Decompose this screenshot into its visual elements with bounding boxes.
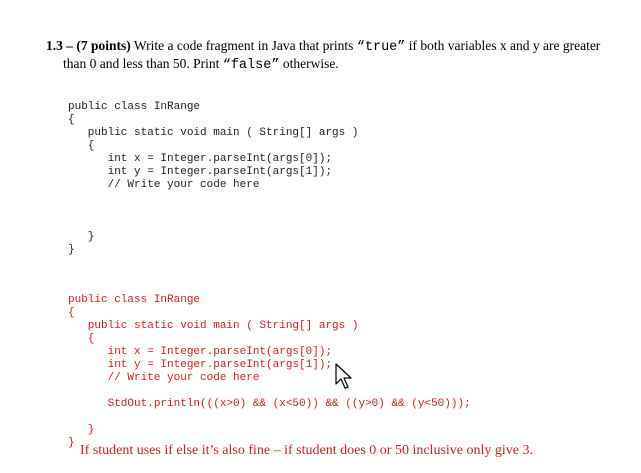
code-line: public class InRange bbox=[68, 101, 201, 113]
true-literal: “true” bbox=[356, 40, 406, 55]
question-text-2a: than 0 and less than 50. Print bbox=[63, 56, 223, 71]
code-line: { bbox=[68, 333, 95, 345]
code-line: public class InRange bbox=[68, 294, 201, 306]
answer-code-block: public class InRange{ public static void… bbox=[68, 281, 471, 463]
false-literal: “false” bbox=[222, 58, 280, 73]
code-line: // Write your code here bbox=[68, 372, 260, 384]
code-line: { bbox=[68, 307, 75, 319]
code-line: int x = Integer.parseInt(args[0]); bbox=[68, 153, 333, 165]
code-line: int y = Integer.parseInt(args[1]); bbox=[68, 359, 333, 371]
code-line: } bbox=[68, 231, 95, 243]
template-code-block: public class InRange{ public static void… bbox=[68, 88, 358, 270]
question-text-1b: if both variables x and y are greater bbox=[405, 38, 601, 53]
code-line: public static void main ( String[] args … bbox=[68, 127, 359, 139]
question-text-1a: Write a code fragment in Java that print… bbox=[130, 38, 357, 53]
code-line: { bbox=[68, 114, 75, 126]
code-line: { bbox=[68, 140, 95, 152]
question-text-2b: otherwise. bbox=[279, 56, 339, 71]
mouse-pointer-icon bbox=[335, 363, 352, 389]
code-line: int x = Integer.parseInt(args[0]); bbox=[68, 346, 333, 358]
code-line: public static void main ( String[] args … bbox=[68, 320, 359, 332]
question-number: 1.3 – bbox=[46, 38, 77, 53]
code-line: int y = Integer.parseInt(args[1]); bbox=[68, 166, 333, 178]
question-points: (7 points) bbox=[76, 38, 131, 53]
grading-note: If student uses if else it’s also fine –… bbox=[80, 443, 533, 458]
question-line-1: 1.3 – (7 points) Write a code fragment i… bbox=[46, 37, 600, 57]
code-line: StdOut.println(((x>0) && (x<50)) && ((y>… bbox=[68, 398, 471, 410]
code-line: } bbox=[68, 424, 95, 436]
question-line-2: than 0 and less than 50. Print “false” o… bbox=[63, 55, 339, 75]
code-line: } bbox=[68, 244, 75, 256]
code-line: // Write your code here bbox=[68, 179, 260, 191]
